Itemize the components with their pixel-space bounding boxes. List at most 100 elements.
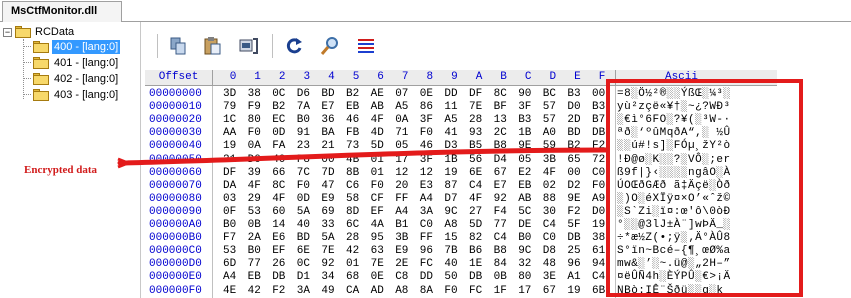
hex-byte[interactable]: B1 [395,219,408,231]
hex-byte[interactable]: 79 [223,101,236,113]
tree-node-rcdata[interactable]: − RCData [0,25,140,40]
hex-byte[interactable]: F2 [567,206,580,218]
hex-byte[interactable]: 38 [592,232,605,244]
hex-byte[interactable]: 57 [543,114,556,126]
hex-byte[interactable]: 80 [518,271,531,283]
hex-byte[interactable]: DD [420,271,433,283]
hex-byte[interactable]: 9E [567,193,580,205]
hex-byte[interactable]: D3 [444,140,457,152]
hex-byte[interactable]: 03 [223,193,236,205]
hex-byte[interactable]: 53 [248,206,261,218]
hex-byte[interactable]: B3 [567,88,580,100]
hex-byte[interactable]: A4 [223,271,236,283]
hex-byte[interactable]: 13 [494,114,507,126]
hex-byte[interactable]: 80 [248,114,261,126]
hex-byte[interactable]: DF [223,167,236,179]
hex-byte[interactable]: C8 [395,271,408,283]
hex-byte[interactable]: CF [371,193,384,205]
hex-byte[interactable]: A8 [444,219,457,231]
hex-byte[interactable]: 3F [420,154,433,166]
hex-byte[interactable]: 53 [223,245,236,257]
hex-byte[interactable]: B8 [494,245,507,257]
hex-byte[interactable]: 0A [395,114,408,126]
hex-byte[interactable]: 05 [395,140,408,152]
hex-byte[interactable]: 0E [420,88,433,100]
hex-byte[interactable]: 65 [567,154,580,166]
hex-byte[interactable]: F0 [444,285,457,297]
hex-byte[interactable]: 7E [321,245,334,257]
hex-byte[interactable]: EF [371,206,384,218]
hex-byte[interactable]: F2 [272,285,285,297]
hex-byte[interactable]: 7D [321,167,334,179]
hex-byte[interactable]: 88 [543,193,556,205]
hex-byte[interactable]: A4 [420,193,433,205]
hex-byte[interactable]: 0F [223,206,236,218]
hex-byte[interactable]: 19 [444,167,457,179]
hex-byte[interactable]: 20 [395,180,408,192]
hex-byte[interactable]: 4F [248,180,261,192]
hex-byte[interactable]: 14 [272,219,285,231]
hex-byte[interactable]: 71 [395,127,408,139]
hex-byte[interactable]: B6 [469,245,482,257]
hex-byte[interactable]: 7A [297,101,310,113]
hex-byte[interactable]: 4F [371,114,384,126]
hex-byte[interactable]: D8 [543,245,556,257]
hex-byte[interactable]: 4B [346,154,359,166]
hex-byte[interactable]: 59 [543,140,556,152]
hex-byte[interactable]: 48 [543,258,556,270]
hex-byte[interactable]: 5D [371,140,384,152]
hex-byte[interactable]: DB [272,271,285,283]
hex-byte[interactable]: AA [223,127,236,139]
hex-byte[interactable]: 3F [518,101,531,113]
hex-byte[interactable]: 94 [592,258,605,270]
hex-byte[interactable]: 90 [518,88,531,100]
hex-byte[interactable]: DB [567,232,580,244]
options-icon[interactable] [355,35,377,57]
hex-byte[interactable]: D6 [297,88,310,100]
hex-byte[interactable]: 66 [272,167,285,179]
hex-byte[interactable]: A5 [395,101,408,113]
hex-byte[interactable]: 57 [543,101,556,113]
hex-byte[interactable]: 0A [248,140,261,152]
hex-byte[interactable]: DD [444,88,457,100]
hex-byte[interactable]: 67 [543,285,556,297]
hex-byte[interactable]: 95 [371,232,384,244]
hex-byte[interactable]: 0B [248,219,261,231]
hex-byte[interactable]: 82 [469,232,482,244]
file-tab[interactable]: MsCtfMonitor.dll [2,1,122,22]
hex-byte[interactable]: 39 [248,167,261,179]
hex-byte[interactable]: C0 [543,232,556,244]
hex-byte[interactable]: 11 [444,101,457,113]
hex-byte[interactable]: 38 [248,88,261,100]
hex-byte[interactable]: 58 [346,193,359,205]
hex-byte[interactable]: C4 [543,219,556,231]
hex-byte[interactable]: BD [297,232,310,244]
hex-byte[interactable]: 50 [444,271,457,283]
hex-byte[interactable]: E6 [272,232,285,244]
hex-byte[interactable]: 73 [346,140,359,152]
hex-byte[interactable]: B0 [223,219,236,231]
hex-byte[interactable]: 7E [469,101,482,113]
hex-byte[interactable]: 87 [444,180,457,192]
hex-byte[interactable]: 72 [592,154,605,166]
hex-byte[interactable]: 29 [248,193,261,205]
hex-byte[interactable]: 28 [346,232,359,244]
hex-byte[interactable]: 1B [444,154,457,166]
hex-byte[interactable]: C4 [592,271,605,283]
hex-byte[interactable]: 3A [420,206,433,218]
hex-byte[interactable]: DE [518,219,531,231]
collapse-icon[interactable]: − [3,28,12,37]
hex-byte[interactable]: 6E [297,245,310,257]
hex-byte[interactable]: 41 [444,127,457,139]
hex-byte[interactable]: C6 [346,180,359,192]
hex-byte[interactable]: 6C [346,219,359,231]
hex-byte[interactable]: 21 [223,154,236,166]
hex-byte[interactable]: E7 [321,101,334,113]
hex-byte[interactable]: 9C [444,206,457,218]
hex-byte[interactable]: FF [395,193,408,205]
hex-byte[interactable]: 12 [395,167,408,179]
hex-byte[interactable]: 5A [297,206,310,218]
hex-byte[interactable]: 3B [543,154,556,166]
hex-byte[interactable]: 3E [543,271,556,283]
hex-byte[interactable]: 17 [395,154,408,166]
